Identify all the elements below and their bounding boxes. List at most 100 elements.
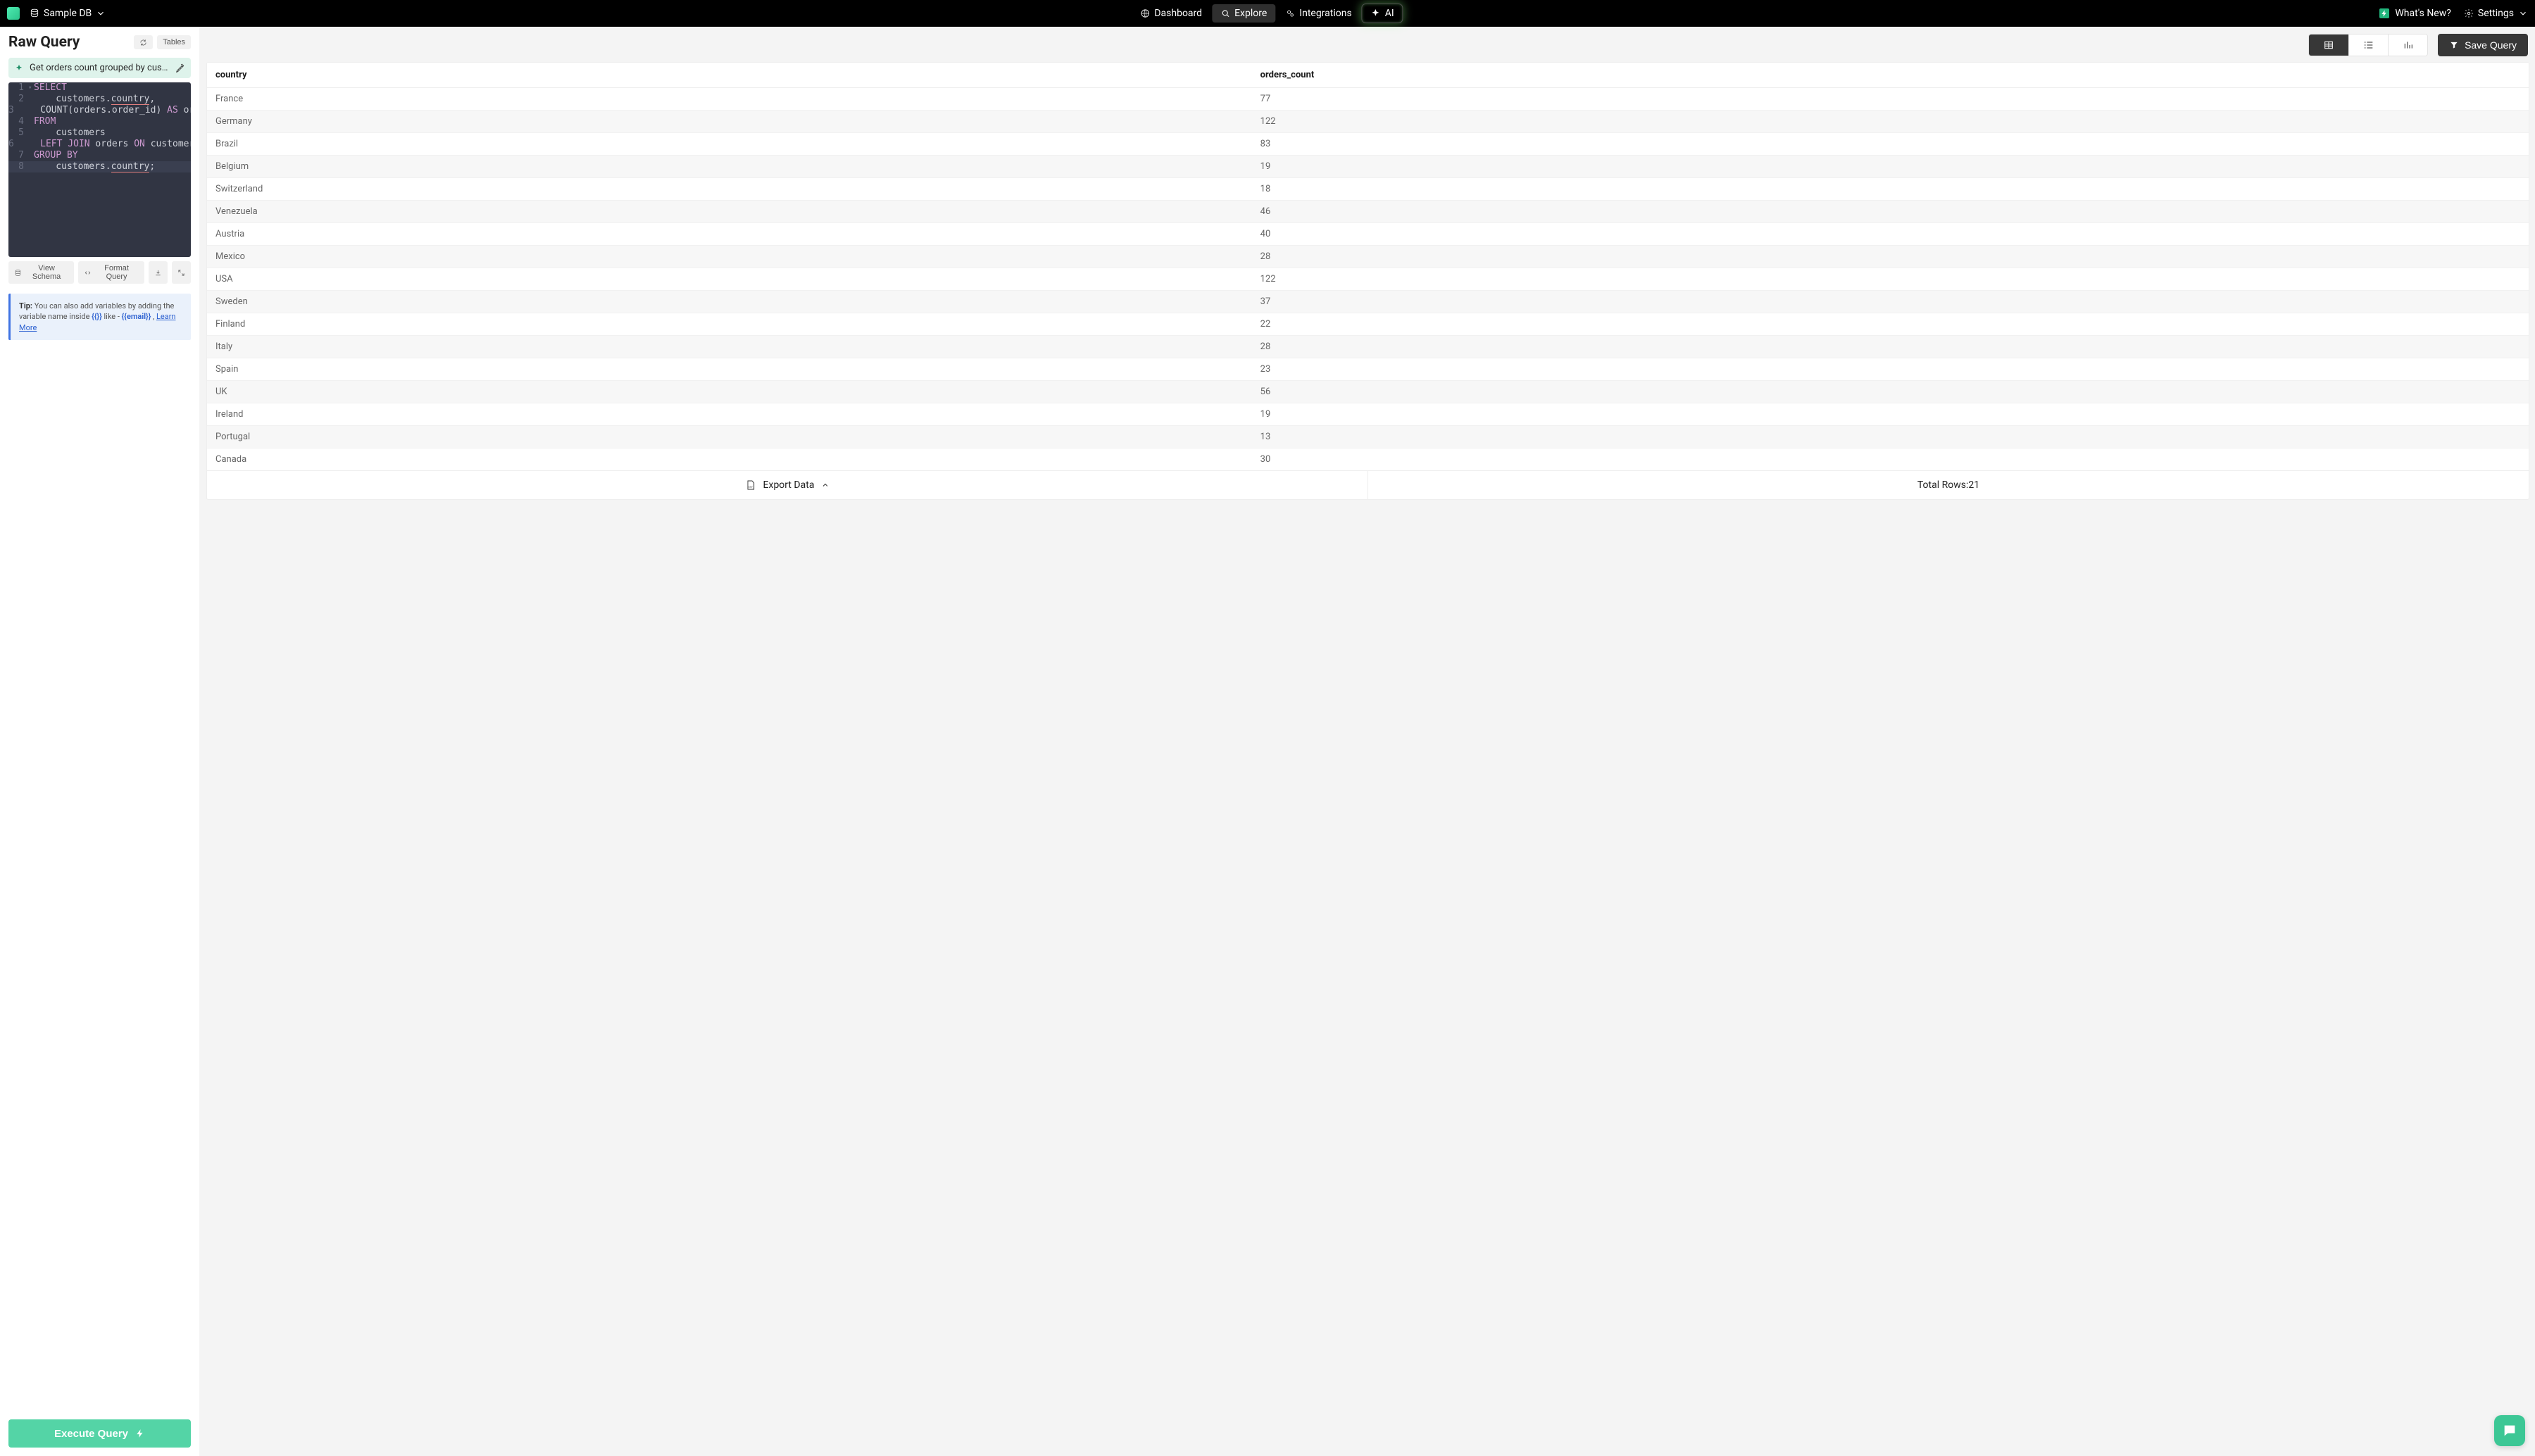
table-row[interactable]: Switzerland18 xyxy=(207,178,2529,201)
refresh-button[interactable] xyxy=(134,35,153,49)
tip-callout: Tip: You can also add variables by addin… xyxy=(8,294,191,340)
nav-integrations[interactable]: Integrations xyxy=(1277,4,1360,23)
table-row[interactable]: Germany122 xyxy=(207,111,2529,133)
pencil-icon[interactable] xyxy=(175,63,185,73)
table-row[interactable]: Finland22 xyxy=(207,313,2529,336)
table-row[interactable]: Venezuela46 xyxy=(207,201,2529,223)
cell-orders-count: 77 xyxy=(1252,88,2529,111)
nav-dashboard-label: Dashboard xyxy=(1154,8,1202,19)
ai-prompt-row: Get orders count grouped by cust… xyxy=(8,58,191,78)
cell-country: Mexico xyxy=(207,246,1252,268)
results-table-wrap: country orders_count France77Germany122B… xyxy=(206,62,2529,500)
cell-country: Finland xyxy=(207,313,1252,336)
nav-integrations-label: Integrations xyxy=(1299,8,1351,19)
table-icon xyxy=(2323,39,2334,51)
nav-ai-label: AI xyxy=(1385,8,1394,19)
table-row[interactable]: Portugal13 xyxy=(207,426,2529,448)
topbar: Sample DB Dashboard Explore Integrations… xyxy=(0,0,2535,27)
settings-menu[interactable]: Settings xyxy=(2464,8,2528,19)
table-row[interactable]: Austria40 xyxy=(207,223,2529,246)
globe-icon xyxy=(1140,8,1150,18)
cell-country: France xyxy=(207,88,1252,111)
filter-icon xyxy=(2449,40,2459,50)
cell-country: Portugal xyxy=(207,426,1252,448)
column-header-country[interactable]: country xyxy=(207,63,1252,88)
chevron-down-icon xyxy=(2518,8,2528,18)
cell-country: Belgium xyxy=(207,156,1252,178)
sidebar: Raw Query Tables Get orders count groupe… xyxy=(0,27,199,1456)
search-icon xyxy=(1220,8,1230,18)
total-rows: Total Rows:21 xyxy=(1368,471,2529,499)
cell-orders-count: 122 xyxy=(1252,268,2529,291)
table-row[interactable]: Canada30 xyxy=(207,448,2529,471)
tip-label: Tip: xyxy=(19,301,32,310)
expand-icon xyxy=(177,269,185,277)
save-query-button[interactable]: Save Query xyxy=(2438,34,2528,56)
page-title: Raw Query xyxy=(8,34,80,51)
refresh-icon xyxy=(139,39,147,46)
csv-icon: csv xyxy=(745,479,756,491)
table-row[interactable]: Brazil83 xyxy=(207,133,2529,156)
results-table: country orders_count France77Germany122B… xyxy=(207,63,2529,470)
nav-explore[interactable]: Explore xyxy=(1212,4,1275,23)
sparkle-icon xyxy=(14,63,24,73)
total-rows-value: 21 xyxy=(1968,479,1979,491)
gears-icon xyxy=(1285,8,1295,18)
export-data-label: Export Data xyxy=(763,479,815,491)
cell-orders-count: 19 xyxy=(1252,403,2529,426)
nav-explore-label: Explore xyxy=(1234,8,1267,19)
table-row[interactable]: France77 xyxy=(207,88,2529,111)
table-row[interactable]: UK56 xyxy=(207,381,2529,403)
app-logo[interactable] xyxy=(7,7,20,20)
format-query-button[interactable]: Format Query xyxy=(78,261,144,284)
nav-ai[interactable]: AI xyxy=(1362,4,1403,23)
cell-country: Sweden xyxy=(207,291,1252,313)
total-rows-label: Total Rows: xyxy=(1917,479,1968,491)
cell-country: Canada xyxy=(207,448,1252,471)
list-icon xyxy=(2363,39,2374,51)
database-icon xyxy=(30,8,39,18)
cell-orders-count: 122 xyxy=(1252,111,2529,133)
cell-orders-count: 56 xyxy=(1252,381,2529,403)
view-chart-button[interactable] xyxy=(2388,34,2427,56)
table-row[interactable]: Mexico28 xyxy=(207,246,2529,268)
download-button[interactable] xyxy=(149,261,168,284)
cell-country: Brazil xyxy=(207,133,1252,156)
whats-new-button[interactable]: What's New? xyxy=(2379,8,2450,19)
svg-text:csv: csv xyxy=(748,484,752,488)
column-header-orders-count[interactable]: orders_count xyxy=(1252,63,2529,88)
table-row[interactable]: Italy28 xyxy=(207,336,2529,358)
table-row[interactable]: Sweden37 xyxy=(207,291,2529,313)
nav-dashboard[interactable]: Dashboard xyxy=(1132,4,1210,23)
expand-button[interactable] xyxy=(172,261,191,284)
table-row[interactable]: Spain23 xyxy=(207,358,2529,381)
view-table-button[interactable] xyxy=(2309,34,2348,56)
cell-orders-count: 46 xyxy=(1252,201,2529,223)
cell-country: Italy xyxy=(207,336,1252,358)
view-list-button[interactable] xyxy=(2348,34,2388,56)
format-query-label: Format Query xyxy=(94,264,139,281)
cell-orders-count: 28 xyxy=(1252,246,2529,268)
table-row[interactable]: Belgium19 xyxy=(207,156,2529,178)
export-data-button[interactable]: csv Export Data xyxy=(207,471,1367,499)
database-icon xyxy=(14,269,22,277)
cell-orders-count: 19 xyxy=(1252,156,2529,178)
chat-fab[interactable] xyxy=(2494,1415,2525,1446)
results-panel: Save Query country orders_count France77… xyxy=(199,27,2535,1456)
view-schema-button[interactable]: View Schema xyxy=(8,261,74,284)
cell-orders-count: 22 xyxy=(1252,313,2529,336)
save-query-label: Save Query xyxy=(2465,39,2517,51)
sparkle-icon xyxy=(1371,8,1381,18)
db-selector[interactable]: Sample DB xyxy=(30,8,106,19)
cell-orders-count: 18 xyxy=(1252,178,2529,201)
tables-button[interactable]: Tables xyxy=(157,35,191,49)
execute-query-button[interactable]: Execute Query xyxy=(8,1419,191,1448)
topbar-nav: Dashboard Explore Integrations AI xyxy=(1132,4,1403,23)
table-row[interactable]: Ireland19 xyxy=(207,403,2529,426)
chevron-down-icon xyxy=(96,8,106,18)
cell-country: Spain xyxy=(207,358,1252,381)
bolt-icon xyxy=(2379,8,2389,18)
table-row[interactable]: USA122 xyxy=(207,268,2529,291)
chat-icon xyxy=(2502,1423,2517,1438)
sql-editor[interactable]: 1▾SELECT 2 customers.country, 3 COUNT(or… xyxy=(8,82,191,257)
